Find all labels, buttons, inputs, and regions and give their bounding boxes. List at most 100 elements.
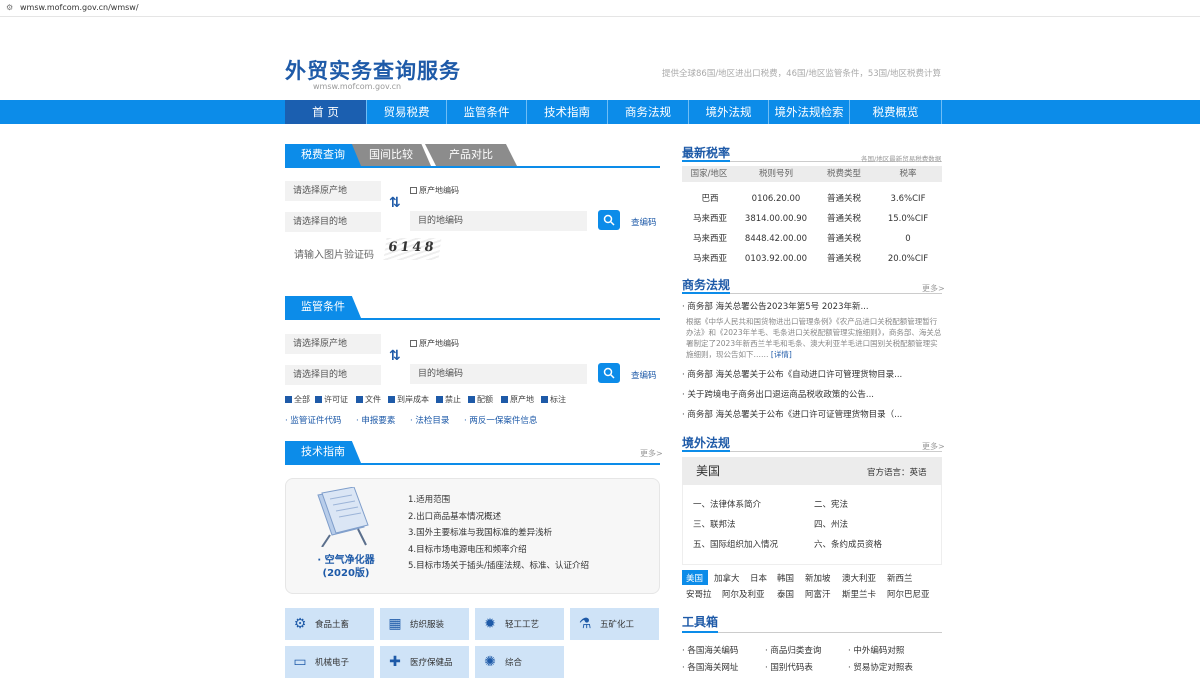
nav-tech-guide[interactable]: 技术指南 — [527, 100, 608, 124]
tool-link[interactable]: · 国别代码表 — [765, 661, 813, 673]
link-cert-codes[interactable]: · 监管证件代码 — [285, 414, 341, 426]
category-food[interactable]: ⚙ 食品土畜 — [285, 608, 374, 640]
guide-item[interactable]: 3.国外主要标准与我国标准的差异浅析 — [408, 525, 589, 542]
checkbox-document[interactable]: 文件 — [356, 394, 381, 405]
checkbox-license[interactable]: 许可证 — [315, 394, 348, 405]
checkbox-icon[interactable] — [410, 340, 417, 347]
link-trade-remedy-cases[interactable]: · 两反一保案件信息 — [464, 414, 537, 426]
country-tab[interactable]: 斯里兰卡 — [842, 588, 876, 600]
nav-tax-overview[interactable]: 税费概览 — [850, 100, 942, 124]
reg-origin-code-checkbox[interactable]: 原产地编码 — [410, 338, 459, 349]
checkbox-origin[interactable]: 原产地 — [501, 394, 534, 405]
overseas-laws-more-link[interactable]: 更多> — [922, 441, 945, 452]
country-tab[interactable]: 阿尔巴尼亚 — [887, 588, 930, 600]
country-tab[interactable]: 新西兰 — [887, 572, 913, 584]
site-info-icon[interactable]: ⚙ — [6, 3, 15, 13]
reg-dest-code-input[interactable]: 目的地编码 — [410, 364, 587, 384]
tool-link[interactable]: · 各国海关网址 — [682, 661, 738, 673]
nav-regulatory[interactable]: 监管条件 — [447, 100, 527, 124]
law-topic[interactable]: 三、联邦法 — [693, 518, 736, 530]
tool-link[interactable]: · 中外编码对照 — [848, 644, 904, 656]
nav-trade-tax[interactable]: 贸易税费 — [367, 100, 447, 124]
reg-swap-icon[interactable]: ⇅ — [389, 348, 401, 364]
search-button[interactable] — [598, 210, 620, 230]
tab-tax-query[interactable]: 税费查询 — [285, 144, 361, 166]
captcha-image[interactable]: 6148 — [383, 238, 442, 260]
checkbox-prohibited[interactable]: 禁止 — [436, 394, 461, 405]
guide-item[interactable]: 1.适用范围 — [408, 492, 589, 509]
checkbox-icon[interactable] — [501, 396, 508, 403]
link-inspection-catalog[interactable]: · 法检目录 — [410, 414, 449, 426]
country-tab[interactable]: 韩国 — [777, 572, 794, 584]
law-topic[interactable]: 二、宪法 — [814, 498, 848, 510]
rates-col-rate: 税率 — [899, 169, 917, 179]
law-topic[interactable]: 四、州法 — [814, 518, 848, 530]
browser-url-bar[interactable]: ⚙ wmsw.mofcom.gov.cn/wmsw/ — [0, 0, 1200, 17]
checkbox-icon[interactable] — [410, 187, 417, 194]
nav-commerce-laws[interactable]: 商务法规 — [608, 100, 689, 124]
reg-origin-select[interactable]: 请选择原产地 — [285, 334, 381, 354]
law-topic[interactable]: 一、法律体系简介 — [693, 498, 761, 510]
guide-item[interactable]: 4.目标市场电源电压和频率介绍 — [408, 542, 589, 559]
dest-select[interactable]: 请选择目的地 — [285, 212, 381, 232]
category-general[interactable]: ✺ 综合 — [475, 646, 564, 678]
country-tab[interactable]: 澳大利亚 — [842, 572, 876, 584]
country-tab[interactable]: 阿尔及利亚 — [722, 588, 765, 600]
reg-dest-select[interactable]: 请选择目的地 — [285, 365, 381, 385]
law-topic[interactable]: 六、条约成员资格 — [814, 538, 882, 550]
category-minerals-chemicals[interactable]: ⚗ 五矿化工 — [570, 608, 659, 640]
tab-country-compare[interactable]: 国间比较 — [351, 144, 431, 166]
swap-icon[interactable]: ⇅ — [389, 195, 401, 211]
origin-code-checkbox[interactable]: 原产地编码 — [410, 185, 459, 196]
tool-link[interactable]: · 商品归类查询 — [765, 644, 821, 656]
category-textile[interactable]: ▦ 纺织服装 — [380, 608, 469, 640]
commerce-news-item[interactable]: · 关于跨境电子商务出口退运商品税收政策的公告... — [682, 388, 874, 400]
commerce-laws-more-link[interactable]: 更多> — [922, 283, 945, 294]
checkbox-quota[interactable]: 配额 — [468, 394, 493, 405]
tool-link[interactable]: · 各国海关编码 — [682, 644, 738, 656]
checkbox-icon[interactable] — [436, 396, 443, 403]
guide-item[interactable]: 2.出口商品基本情况概述 — [408, 509, 589, 526]
country-tab[interactable]: 新加坡 — [805, 572, 831, 584]
checkbox-labeling[interactable]: 标注 — [541, 394, 566, 405]
checkbox-icon[interactable] — [388, 396, 395, 403]
checkbox-icon[interactable] — [541, 396, 548, 403]
country-tab[interactable]: 加拿大 — [714, 572, 740, 584]
country-tab[interactable]: 安哥拉 — [686, 588, 712, 600]
checkbox-icon[interactable] — [315, 396, 322, 403]
commerce-featured-news[interactable]: · 商务部 海关总署公告2023年第5号 2023年新... — [682, 300, 869, 312]
commerce-news-item[interactable]: · 商务部 海关总署关于公布《自动进口许可管理货物目录... — [682, 368, 902, 380]
dest-code-input[interactable]: 目的地编码 — [410, 211, 587, 231]
reg-search-button[interactable] — [598, 363, 620, 383]
category-light-industry[interactable]: ✹ 轻工工艺 — [475, 608, 564, 640]
checkbox-landed-cost[interactable]: 到岸成本 — [388, 394, 429, 405]
tech-guide-more-link[interactable]: 更多> — [640, 448, 663, 459]
detail-link[interactable]: [详情] — [771, 350, 792, 359]
tool-link[interactable]: · 贸易协定对照表 — [848, 661, 913, 673]
guide-item[interactable]: 5.目标市场关于插头/插座法规、标准、认证介绍 — [408, 558, 589, 575]
country-tab-usa[interactable]: 美国 — [686, 572, 703, 584]
law-topic[interactable]: 五、国际组织加入情况 — [693, 538, 778, 550]
country-tab[interactable]: 泰国 — [777, 588, 794, 600]
reg-lookup-code-link[interactable]: 查编码 — [631, 369, 657, 381]
link-declaration-elements[interactable]: · 申报要素 — [356, 414, 395, 426]
checkbox-all[interactable]: 全部 — [285, 394, 310, 405]
category-machinery[interactable]: ▭ 机械电子 — [285, 646, 374, 678]
url-text[interactable]: wmsw.mofcom.gov.cn/wmsw/ — [20, 3, 139, 12]
nav-home[interactable]: 首 页 — [285, 100, 367, 124]
checkbox-icon[interactable] — [285, 396, 292, 403]
checkbox-icon[interactable] — [356, 396, 363, 403]
lookup-code-link[interactable]: 查编码 — [631, 216, 657, 228]
tab-product-compare[interactable]: 产品对比 — [425, 144, 517, 166]
commerce-news-item[interactable]: · 商务部 海关总署关于公布《进口许可证管理货物目录（... — [682, 408, 902, 420]
site-title[interactable]: 外贸实务查询服务 — [285, 55, 461, 85]
country-tab[interactable]: 阿富汗 — [805, 588, 831, 600]
country-tab[interactable]: 日本 — [750, 572, 767, 584]
rates-cell: 15.0%CIF — [887, 214, 929, 224]
origin-select[interactable]: 请选择原产地 — [285, 181, 381, 201]
nav-overseas-law-search[interactable]: 境外法规检索 — [769, 100, 850, 124]
nav-overseas-laws[interactable]: 境外法规 — [689, 100, 769, 124]
category-medical[interactable]: ✚ 医疗保健品 — [380, 646, 469, 678]
checkbox-icon[interactable] — [468, 396, 475, 403]
captcha-input[interactable]: 请输入图片验证码 — [285, 244, 381, 268]
